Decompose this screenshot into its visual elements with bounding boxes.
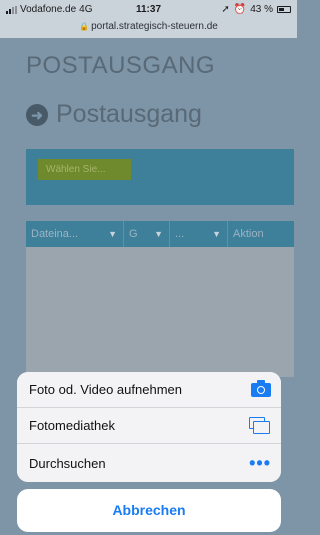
cancel-button[interactable]: Abbrechen [17, 489, 281, 532]
table-body [26, 247, 294, 377]
table-header: Dateina... ▼ G ▼ ... ▼ Aktion [26, 221, 294, 247]
battery-level: 43 % [250, 4, 273, 15]
browse-option[interactable]: Durchsuchen ••• [17, 444, 281, 482]
address-bar[interactable]: 🔒 portal.strategisch-steuern.de [0, 21, 297, 32]
column-header-date[interactable]: ... ▼ [170, 221, 228, 247]
section-title-text: Postausgang [56, 100, 202, 128]
column-header-action[interactable]: Aktion [228, 221, 294, 247]
take-photo-option[interactable]: Foto od. Video aufnehmen [17, 372, 281, 408]
filter-icon[interactable]: ▼ [154, 221, 163, 247]
battery-icon [277, 6, 291, 13]
camera-icon [251, 379, 271, 397]
column-label: Aktion [233, 228, 264, 240]
status-bar: Vodafone.de 4G 11:37 ➚ ⏰ 43 % 🔒 portal.st… [0, 0, 297, 38]
option-label: Durchsuchen [29, 455, 106, 471]
location-icon: ➚ [221, 4, 230, 15]
arrow-right-circle-icon: ➜ [26, 103, 48, 126]
photo-library-option[interactable]: Fotomediathek [17, 408, 281, 444]
section-title: ➜ Postausgang [26, 100, 202, 129]
option-label: Fotomediathek [29, 418, 115, 433]
more-icon: ••• [249, 453, 271, 473]
select-file-button[interactable]: Wählen Sie... [38, 159, 131, 180]
column-label: G [129, 228, 138, 240]
status-icons: ➚ ⏰ 43 % [221, 4, 291, 15]
alarm-icon: ⏰ [233, 4, 247, 15]
url-text: portal.strategisch-steuern.de [91, 21, 218, 32]
option-label: Foto od. Video aufnehmen [29, 382, 182, 397]
column-label: Dateina... [31, 228, 79, 240]
page-title: POSTAUSGANG [26, 52, 216, 79]
photo-library-icon [249, 416, 271, 435]
column-label: ... [175, 228, 185, 240]
filter-icon[interactable]: ▼ [108, 221, 117, 247]
action-sheet: Foto od. Video aufnehmen Fotomediathek D… [17, 372, 281, 482]
column-header-size[interactable]: G ▼ [124, 221, 170, 247]
column-header-filename[interactable]: Dateina... ▼ [26, 221, 124, 247]
filter-icon[interactable]: ▼ [212, 221, 221, 247]
upload-panel: Wählen Sie... [26, 149, 294, 205]
lock-icon: 🔒 [79, 22, 90, 31]
